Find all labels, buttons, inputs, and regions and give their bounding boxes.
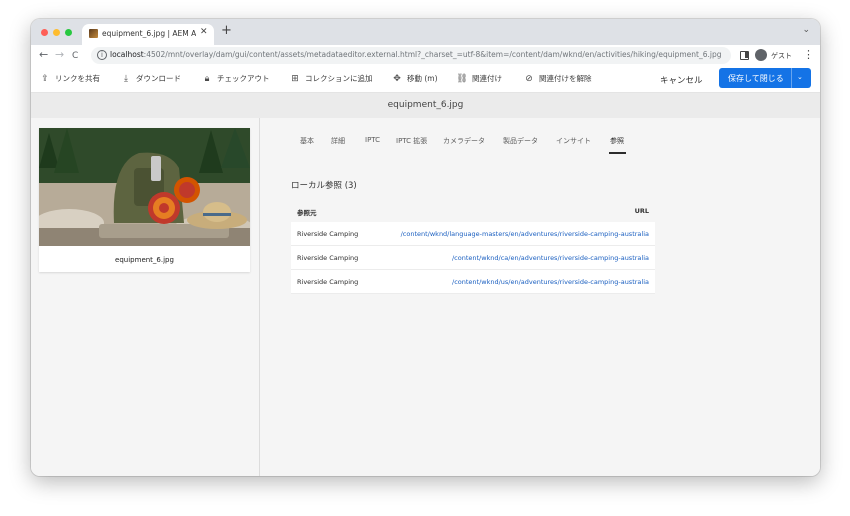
table-row: Riverside Camping /content/wknd/us/en/ad… <box>291 270 655 294</box>
asset-card[interactable]: equipment_6.jpg <box>39 128 250 272</box>
share-label: リンクを共有 <box>55 74 100 83</box>
add-to-collection-button[interactable]: ⊞ コレクションに追加 <box>289 73 373 84</box>
save-and-close-button[interactable]: 保存して閉じる ⌄ <box>719 68 811 88</box>
cancel-button[interactable]: キャンセル <box>660 74 703 86</box>
tab-insights[interactable]: インサイト <box>556 136 591 146</box>
aem-favicon-icon <box>89 29 98 38</box>
reload-icon[interactable]: C <box>72 50 78 62</box>
tab-iptc[interactable]: IPTC <box>365 136 380 144</box>
page-title: equipment_6.jpg <box>387 100 464 110</box>
relate-label: 関連付け <box>472 74 502 83</box>
title-bar: equipment_6.jpg <box>31 93 820 118</box>
reference-url-link[interactable]: /content/wknd/language-masters/en/advent… <box>401 230 649 238</box>
url-text: localhost:4502/mnt/overlay/dam/gui/conte… <box>110 50 722 59</box>
browser-menu-icon[interactable]: ⋮ <box>803 48 814 61</box>
profile-avatar-icon[interactable] <box>755 49 767 61</box>
column-header-source: 参照元 <box>297 209 317 217</box>
forward-arrow-icon[interactable]: → <box>55 49 64 61</box>
table-row: Riverside Camping /content/wknd/language… <box>291 222 655 246</box>
move-button[interactable]: ✥ 移動 (m) <box>391 73 438 84</box>
side-panel-icon[interactable] <box>740 51 749 60</box>
action-bar: ⇪ リンクを共有 ⤓ ダウンロード 🔒︎ チェックアウト ⊞ コレクションに追加 ✥ 移動… <box>31 67 820 93</box>
tab-iptc-extension[interactable]: IPTC 拡張 <box>396 136 427 146</box>
asset-thumbnail <box>39 128 250 246</box>
asset-filename: equipment_6.jpg <box>115 256 174 264</box>
metadata-panel: 基本 詳細 IPTC IPTC 拡張 カメラデータ 製品データ インサイト 参照… <box>260 118 820 476</box>
browser-window: equipment_6.jpg | AEM Assets ✕ + ⌄ ← → C… <box>31 19 820 476</box>
reference-source: Riverside Camping <box>297 278 359 286</box>
close-tab-icon[interactable]: ✕ <box>200 27 208 37</box>
browser-tab[interactable]: equipment_6.jpg | AEM Assets ✕ <box>82 24 214 45</box>
save-and-close-label: 保存して閉じる <box>728 74 784 83</box>
link-icon: ⛓ <box>456 74 468 84</box>
asset-preview-panel: equipment_6.jpg <box>31 118 260 476</box>
unrelate-label: 関連付けを解除 <box>539 74 592 83</box>
profile-label[interactable]: ゲスト <box>771 51 792 61</box>
lock-icon: 🔒︎ <box>204 74 210 84</box>
reference-url-link[interactable]: /content/wknd/us/en/adventures/riverside… <box>452 278 649 286</box>
url-path: :4502/mnt/overlay/dam/gui/content/assets… <box>143 50 722 59</box>
move-icon: ✥ <box>393 74 401 84</box>
site-info-icon[interactable]: i <box>97 50 107 60</box>
tab-basic[interactable]: 基本 <box>300 136 314 146</box>
maximize-window-button[interactable] <box>65 29 72 36</box>
download-icon: ⤓ <box>124 74 128 84</box>
new-tab-button[interactable]: + <box>221 24 232 38</box>
collection-icon: ⊞ <box>291 74 299 84</box>
add-collection-label: コレクションに追加 <box>305 74 373 83</box>
active-tab-indicator <box>609 152 626 154</box>
reference-source: Riverside Camping <box>297 230 359 238</box>
address-bar[interactable]: i localhost:4502/mnt/overlay/dam/gui/con… <box>91 47 731 64</box>
asset-image <box>39 128 250 246</box>
tab-product-data[interactable]: 製品データ <box>503 136 538 146</box>
navigation-bar: ← → C i localhost:4502/mnt/overlay/dam/g… <box>31 45 820 67</box>
checkout-label: チェックアウト <box>217 74 270 83</box>
reference-source: Riverside Camping <box>297 254 359 262</box>
reference-url-link[interactable]: /content/wknd/ca/en/adventures/riverside… <box>452 254 649 262</box>
local-references-title: ローカル参照 (3) <box>291 181 357 191</box>
tab-camera-data[interactable]: カメラデータ <box>443 136 485 146</box>
relate-button[interactable]: ⛓ 関連付け <box>456 73 502 84</box>
column-header-url: URL <box>634 207 649 215</box>
close-window-button[interactable] <box>41 29 48 36</box>
unrelate-button[interactable]: ⊘ 関連付けを解除 <box>523 73 592 84</box>
table-row: Riverside Camping /content/wknd/ca/en/ad… <box>291 246 655 270</box>
back-arrow-icon[interactable]: ← <box>39 49 48 61</box>
download-button[interactable]: ⤓ ダウンロード <box>120 73 181 84</box>
tab-advanced[interactable]: 詳細 <box>331 136 345 146</box>
tab-references[interactable]: 参照 <box>610 136 624 146</box>
share-link-button[interactable]: ⇪ リンクを共有 <box>39 73 100 84</box>
save-divider <box>791 68 792 88</box>
table-header: 参照元 URL <box>291 200 655 222</box>
url-host: localhost <box>110 50 144 59</box>
tab-search-button[interactable]: ⌄ <box>802 25 810 35</box>
chevron-down-icon[interactable]: ⌄ <box>797 73 803 81</box>
download-label: ダウンロード <box>136 74 181 83</box>
minimize-window-button[interactable] <box>53 29 60 36</box>
share-icon: ⇪ <box>41 74 49 84</box>
move-label: 移動 (m) <box>407 74 438 83</box>
tab-strip: equipment_6.jpg | AEM Assets ✕ + ⌄ <box>31 19 820 45</box>
tab-title: equipment_6.jpg | AEM Assets <box>102 29 196 38</box>
references-table: 参照元 URL Riverside Camping /content/wknd/… <box>291 200 655 294</box>
unlink-icon: ⊘ <box>525 74 533 84</box>
checkout-button[interactable]: 🔒︎ チェックアウト <box>201 73 270 84</box>
